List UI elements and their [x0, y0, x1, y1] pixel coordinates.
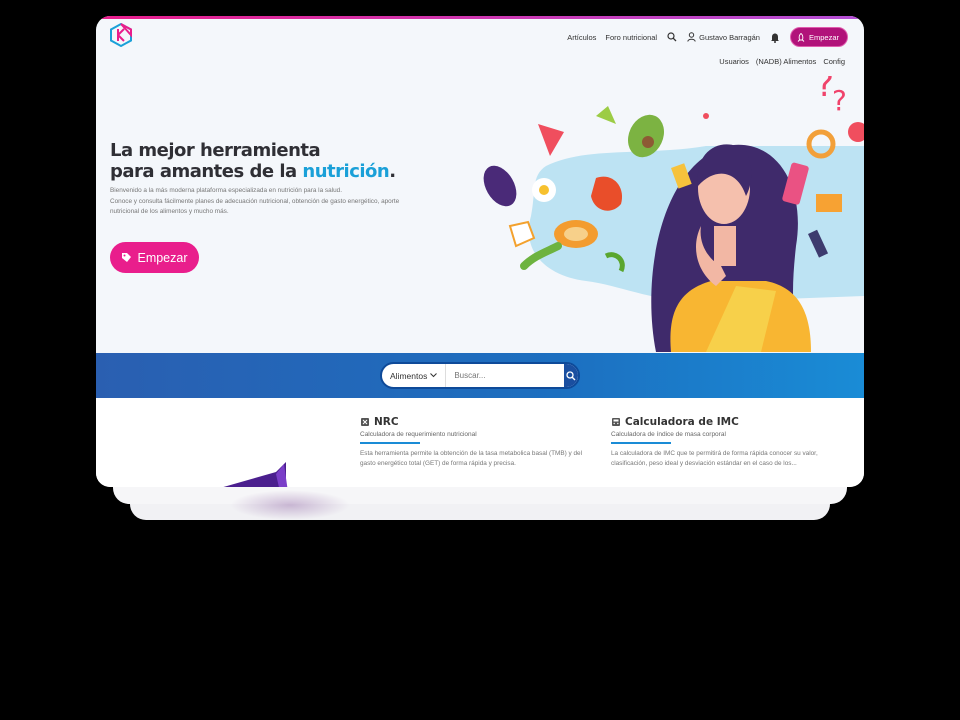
nav-config-link[interactable]: Config — [823, 57, 845, 66]
nav-articles-link[interactable]: Artículos — [567, 33, 596, 42]
bell-icon[interactable] — [769, 31, 781, 43]
nav-start-button[interactable]: Empezar — [789, 27, 848, 47]
search-input[interactable] — [446, 371, 565, 380]
hero-title-suffix: . — [389, 161, 396, 182]
tool-rule-nrc — [360, 442, 420, 444]
search-category-select[interactable]: Alimentos — [382, 364, 447, 387]
tool-card-imc[interactable]: Calculadora de IMC Calculadora de índice… — [611, 416, 841, 471]
search-bar: Alimentos — [380, 362, 580, 389]
secondary-navigation: Usuarios (NADB) Alimentos Config — [719, 57, 845, 66]
chevron-down-icon — [430, 373, 438, 378]
hero-title-line-2: para amantes de la nutrición. — [110, 161, 396, 182]
user-menu[interactable]: Gustavo Barragán — [687, 32, 760, 42]
tool-card-nrc[interactable]: NRC Calculadora de requerimiento nutrici… — [360, 416, 590, 471]
hero-title-line-1: La mejor herramienta — [110, 140, 321, 161]
nav-start-label: Empezar — [808, 32, 839, 42]
brand-logo-icon[interactable] — [110, 23, 132, 47]
svg-text:?: ? — [832, 84, 847, 117]
hero-title: La mejor herramienta para amantes de la … — [110, 140, 396, 182]
calculator-icon — [361, 418, 369, 426]
laptop-illustration — [223, 462, 288, 487]
hero-description-line-3: nutricional de los alimentos y mucho más… — [110, 208, 229, 215]
tool-subtitle-imc: Calculadora de índice de masa corporal — [611, 431, 726, 438]
hero-description-line-1: Bienvenido a la más moderna plataforma e… — [110, 187, 342, 194]
top-accent-line — [96, 16, 864, 19]
search-icon — [566, 370, 576, 380]
search-category-label: Alimentos — [390, 370, 428, 381]
tool-body-nrc: Esta herramienta permite la obtención de… — [360, 450, 583, 467]
hero-description-line-2: Conoce y consulta fácilmente planes de a… — [110, 197, 400, 205]
tool-title-nrc: NRC — [360, 416, 590, 428]
search-icon[interactable] — [666, 31, 678, 43]
tool-rule-imc — [611, 442, 671, 444]
nav-forum-link[interactable]: Foro nutricional — [605, 33, 657, 42]
tools-section: NRC Calculadora de requerimiento nutrici… — [96, 398, 864, 487]
tool-body-imc: La calculadora de IMC que te permitirá d… — [611, 450, 818, 467]
user-icon — [687, 32, 696, 42]
browser-page: Artículos Foro nutricional Gustavo Barra… — [96, 16, 864, 487]
top-navigation: Artículos Foro nutricional Gustavo Barra… — [567, 27, 848, 47]
tool-title-imc-text: Calculadora de IMC — [625, 416, 739, 428]
tag-icon — [122, 253, 132, 262]
rocket-icon — [797, 32, 805, 42]
nav-foods-link[interactable]: (NADB) Alimentos — [756, 57, 816, 66]
hero-description: Bienvenido a la más moderna plataforma e… — [110, 186, 455, 218]
tool-subtitle-nrc: Calculadora de requerimiento nutricional — [360, 431, 477, 438]
tool-title-imc: Calculadora de IMC — [611, 416, 841, 428]
hero-start-label: Empezar — [137, 250, 188, 265]
hero-title-prefix: para amantes de la — [110, 161, 303, 182]
hero-illustration: ? ? — [483, 76, 864, 352]
nav-users-link[interactable]: Usuarios — [719, 57, 749, 66]
calculator-icon — [612, 418, 620, 426]
search-band: Alimentos — [96, 353, 864, 398]
stacked-page-glow — [230, 490, 350, 520]
search-submit-button[interactable] — [564, 364, 578, 387]
hero-start-button[interactable]: Empezar — [110, 242, 199, 273]
tool-title-nrc-text: NRC — [374, 416, 399, 428]
user-name: Gustavo Barragán — [699, 32, 760, 42]
hero-title-accent: nutrición — [302, 161, 390, 182]
